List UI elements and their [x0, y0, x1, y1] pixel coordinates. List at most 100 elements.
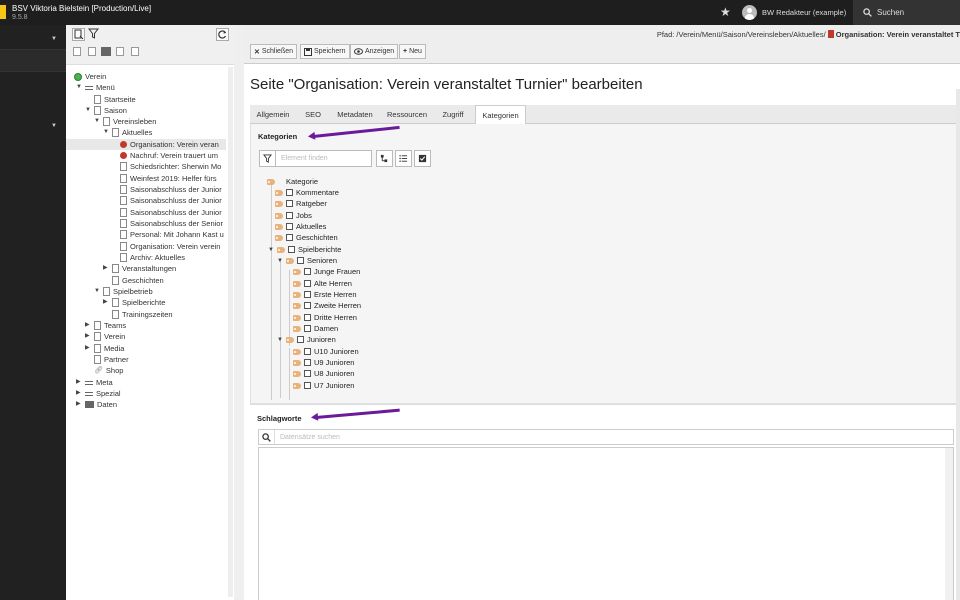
- tree-scrollbar[interactable]: [228, 67, 233, 597]
- tab-allgemein[interactable]: Allgemein: [250, 105, 296, 124]
- category-item[interactable]: Kommentare: [275, 187, 339, 198]
- filter-button[interactable]: [259, 150, 276, 167]
- category-checkbox[interactable]: [304, 348, 311, 355]
- tree-node[interactable]: Organisation: Verein verein: [120, 241, 220, 252]
- category-checkbox[interactable]: [288, 246, 295, 253]
- page-type-icon[interactable]: [88, 47, 96, 56]
- expand-icon[interactable]: ▶: [85, 320, 91, 331]
- tab-metadaten[interactable]: Metadaten: [330, 105, 380, 124]
- tree-node[interactable]: ▶ Spielberichte: [103, 297, 165, 308]
- category-item[interactable]: ▼ Junioren: [277, 334, 336, 345]
- category-checkbox[interactable]: [297, 257, 304, 264]
- category-checkbox[interactable]: [286, 200, 293, 207]
- category-checkbox[interactable]: [297, 336, 304, 343]
- list-scrollbar[interactable]: [945, 448, 953, 600]
- collapse-icon[interactable]: ▼: [277, 337, 283, 343]
- collapse-all-button[interactable]: [395, 150, 412, 167]
- bookmark-star-icon[interactable]: ★: [720, 5, 734, 19]
- tree-node[interactable]: Saisonabschluss der Junior: [120, 195, 222, 206]
- tree-node[interactable]: Personal: Mit Johann Kast u: [120, 229, 224, 240]
- category-checkbox[interactable]: [286, 189, 293, 196]
- tree-node[interactable]: Trainingszeiten: [112, 309, 173, 320]
- collapse-icon[interactable]: ▼: [103, 127, 109, 138]
- tree-node[interactable]: ▶ Media: [85, 343, 124, 354]
- tree-node[interactable]: Saisonabschluss der Junior: [120, 207, 222, 218]
- page-type-icon[interactable]: [131, 47, 139, 56]
- category-item[interactable]: Junge Frauen: [293, 266, 360, 277]
- global-search[interactable]: Suchen: [853, 0, 960, 25]
- expand-icon[interactable]: ▶: [76, 377, 82, 388]
- tab-ressourcen[interactable]: Ressourcen: [380, 105, 434, 124]
- tree-node[interactable]: ▶ Daten: [76, 399, 117, 410]
- tree-node[interactable]: Schiedsrichter: Sherwin Mo: [120, 161, 221, 172]
- show-selected-button[interactable]: [414, 150, 431, 167]
- tree-node[interactable]: Partner: [94, 354, 129, 365]
- typo3-logo[interactable]: [0, 5, 6, 19]
- filter-button[interactable]: [87, 28, 101, 41]
- page-type-icon[interactable]: [116, 47, 124, 56]
- user-menu[interactable]: BW Redakteur (example): [742, 0, 846, 25]
- category-item[interactable]: Dritte Herren: [293, 312, 357, 323]
- category-filter-input[interactable]: Element finden: [276, 150, 372, 167]
- refresh-button[interactable]: [216, 28, 229, 41]
- tree-node[interactable]: ▼ Vereinsleben: [94, 116, 156, 127]
- collapse-icon[interactable]: ▼: [76, 82, 82, 93]
- category-checkbox[interactable]: [304, 302, 311, 309]
- tree-node[interactable]: ▼ Saison: [85, 105, 127, 116]
- save-button[interactable]: Speichern: [300, 44, 350, 59]
- category-item[interactable]: U9 Junioren: [293, 357, 354, 368]
- category-item[interactable]: Erste Herren: [293, 289, 357, 300]
- new-page-button[interactable]: [72, 28, 85, 41]
- category-item[interactable]: Geschichten: [275, 232, 338, 243]
- tree-node-root[interactable]: Verein: [74, 71, 106, 82]
- tree-node[interactable]: Geschichten: [112, 275, 164, 286]
- category-item[interactable]: Alte Herren: [293, 278, 352, 289]
- tree-node[interactable]: ▶ Meta: [76, 377, 113, 388]
- tree-node[interactable]: Weinfest 2019: Helfer fürs: [120, 173, 217, 184]
- expand-all-button[interactable]: [376, 150, 393, 167]
- chevron-down-icon[interactable]: ▼: [51, 123, 57, 129]
- category-item[interactable]: U8 Junioren: [293, 368, 354, 379]
- close-button[interactable]: ✕ Schließen: [250, 44, 298, 59]
- category-checkbox[interactable]: [304, 268, 311, 275]
- new-button[interactable]: + Neu: [399, 44, 426, 59]
- category-checkbox[interactable]: [304, 325, 311, 332]
- category-item[interactable]: ▼ Senioren: [277, 255, 337, 266]
- tree-node[interactable]: ▼ Menü: [76, 82, 115, 93]
- tab-seo[interactable]: SEO: [296, 105, 330, 124]
- category-item[interactable]: Ratgeber: [275, 198, 327, 209]
- tree-node[interactable]: Saisonabschluss der Junior: [120, 184, 222, 195]
- expand-icon[interactable]: ▶: [76, 399, 82, 410]
- view-button[interactable]: Anzeigen: [350, 44, 399, 59]
- category-item[interactable]: ▼ Spielberichte: [268, 244, 341, 255]
- collapse-icon[interactable]: ▼: [268, 247, 274, 253]
- tree-node[interactable]: Archiv: Aktuelles: [120, 252, 185, 263]
- module-item-active[interactable]: [0, 50, 66, 72]
- tree-node[interactable]: ▶ Spezial: [76, 388, 121, 399]
- category-checkbox[interactable]: [304, 359, 311, 366]
- category-checkbox[interactable]: [286, 212, 293, 219]
- resize-handle[interactable]: [234, 25, 244, 600]
- expand-icon[interactable]: ▶: [85, 331, 91, 342]
- category-checkbox[interactable]: [304, 382, 311, 389]
- tree-node[interactable]: ▶ Teams: [85, 320, 126, 331]
- expand-icon[interactable]: ▶: [103, 297, 109, 308]
- tree-node[interactable]: ▶ Veranstaltungen: [103, 263, 176, 274]
- tab-zugriff[interactable]: Zugriff: [434, 105, 472, 124]
- tab-kategorien[interactable]: Kategorien: [475, 105, 526, 125]
- category-item[interactable]: Jobs: [275, 210, 312, 221]
- tree-node[interactable]: ▶ Verein: [85, 331, 125, 342]
- keywords-search[interactable]: Datensätze suchen: [258, 429, 954, 445]
- search-button[interactable]: [259, 430, 275, 444]
- collapse-icon[interactable]: ▼: [85, 105, 91, 116]
- tree-node[interactable]: Nachruf: Verein trauert um: [120, 150, 218, 161]
- tree-node-selected[interactable]: Organisation: Verein veran: [66, 139, 226, 150]
- category-checkbox[interactable]: [304, 314, 311, 321]
- module-group-web[interactable]: ▼: [0, 28, 66, 50]
- category-item[interactable]: U7 Junioren: [293, 380, 354, 391]
- category-checkbox[interactable]: [286, 223, 293, 230]
- tree-node[interactable]: Startseite: [94, 94, 136, 105]
- category-item[interactable]: U10 Junioren: [293, 346, 359, 357]
- category-checkbox[interactable]: [286, 234, 293, 241]
- tree-node[interactable]: 🔗︎ Shop: [94, 365, 123, 376]
